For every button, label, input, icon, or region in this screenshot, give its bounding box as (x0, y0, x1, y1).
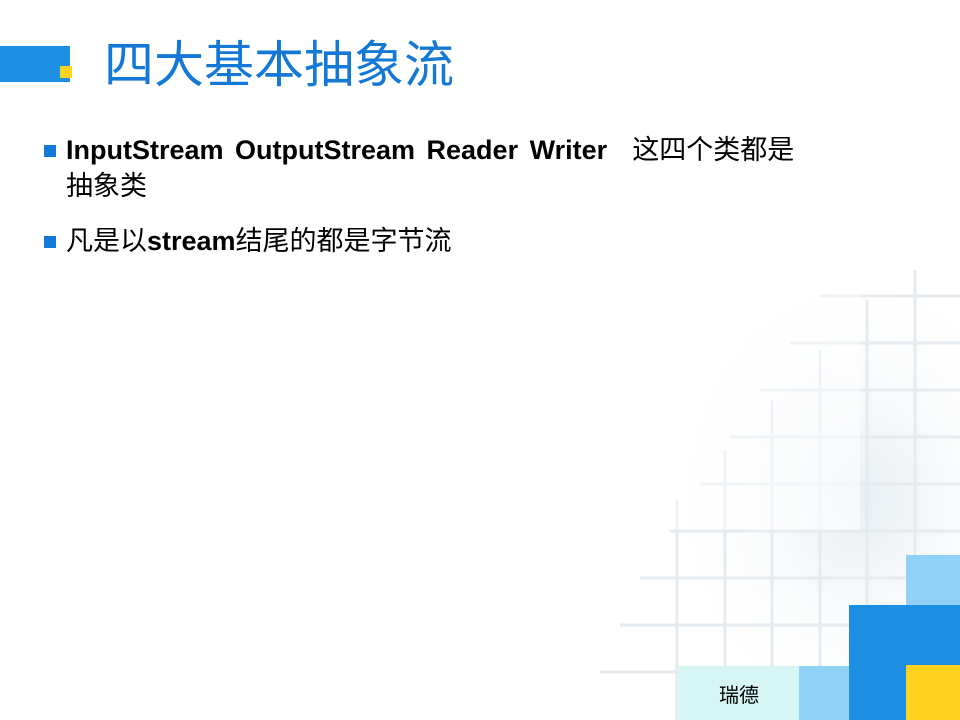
slide: 四大基本抽象流 InputStream OutputStream Reader … (0, 0, 960, 720)
title-accent-square (60, 66, 72, 78)
bullet-english-text: InputStream OutputStream Reader Writer (66, 135, 608, 165)
bullet-item: 凡是以stream结尾的都是字节流 (44, 223, 934, 260)
bullet-chinese-text: 这四个类都是 (632, 135, 795, 166)
bullet-english-text: stream (147, 226, 236, 256)
deco-block-yellow (906, 665, 960, 720)
bullet-chinese-text-continued: 抽象类 (66, 171, 147, 202)
background-grid-decoration (560, 230, 960, 720)
square-bullet-icon (44, 145, 56, 157)
bullet-text: InputStream OutputStream Reader Writer 这… (66, 132, 934, 205)
slide-title: 四大基本抽象流 (104, 36, 454, 94)
deco-block-blue-bottom (849, 665, 906, 720)
deco-block-bright-blue (849, 605, 960, 665)
bullet-chinese-prefix: 凡是以 (66, 226, 147, 257)
bullet-text: 凡是以stream结尾的都是字节流 (66, 223, 934, 260)
square-bullet-icon (44, 236, 56, 248)
bullet-item: InputStream OutputStream Reader Writer 这… (44, 132, 934, 205)
deco-block-light-blue-bottom (799, 666, 849, 720)
footer-company-label: 瑞德 (679, 666, 799, 720)
bullet-list: InputStream OutputStream Reader Writer 这… (44, 132, 934, 278)
bullet-chinese-suffix: 结尾的都是字节流 (235, 226, 452, 257)
deco-block-light-blue-top (906, 555, 960, 605)
